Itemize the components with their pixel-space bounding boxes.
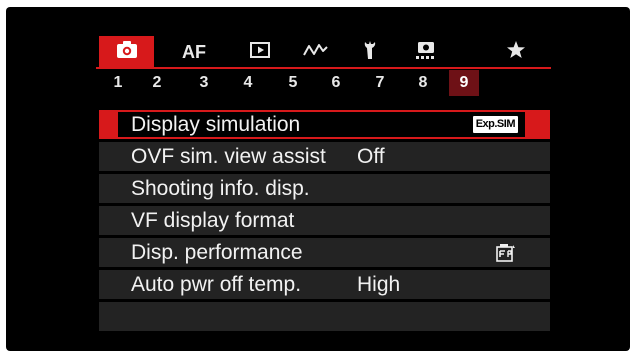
custom-function-icon: [415, 40, 437, 65]
menu-item-label: Display simulation: [131, 113, 301, 136]
playback-icon: [250, 41, 270, 63]
tab-my-menu[interactable]: [492, 36, 540, 68]
tab-playback[interactable]: [236, 36, 284, 68]
page-tab-3[interactable]: 3: [194, 70, 214, 96]
page-tab-9[interactable]: 9: [449, 70, 479, 96]
page-tab-8[interactable]: 8: [413, 70, 433, 96]
tab-setup[interactable]: [346, 36, 394, 68]
category-tabs: AF: [96, 36, 551, 68]
wrench-icon: [362, 40, 378, 65]
menu-item-auto-pwr-off-temp[interactable]: Auto pwr off temp. High: [99, 270, 550, 299]
page-tabs: 1 2 3 4 5 6 7 8 9: [96, 70, 551, 96]
menu-item-label: Auto pwr off temp.: [131, 273, 302, 296]
menu-item-display-simulation[interactable]: Display simulation Exp.SIM: [99, 110, 550, 139]
page-tab-5[interactable]: 5: [283, 70, 303, 96]
menu-item-shooting-info-disp[interactable]: Shooting info. disp.: [99, 174, 550, 203]
menu-item-label: Disp. performance: [131, 241, 303, 264]
page-tab-6[interactable]: 6: [326, 70, 346, 96]
menu-item-empty: [99, 302, 550, 331]
tab-af-label: AF: [182, 41, 206, 62]
tab-wireless[interactable]: [292, 36, 340, 68]
menu-item-vf-display-format[interactable]: VF display format: [99, 206, 550, 235]
camera-icon: [116, 40, 138, 64]
menu-item-disp-performance[interactable]: Disp. performance: [99, 238, 550, 267]
tab-af[interactable]: AF: [168, 36, 220, 68]
menu-item-label: Shooting info. disp.: [131, 177, 310, 200]
page-tab-4[interactable]: 4: [238, 70, 258, 96]
page-tab-2[interactable]: 2: [147, 70, 167, 96]
tab-underline: [96, 67, 551, 69]
wireless-icon: [303, 42, 329, 63]
star-icon: [506, 40, 526, 65]
menu-item-label: OVF sim. view assist: [131, 145, 326, 168]
menu-item-label: VF display format: [131, 209, 295, 232]
fps-priority-icon: [496, 242, 516, 271]
menu-item-ovf-sim-view-assist[interactable]: OVF sim. view assist Off: [99, 142, 550, 171]
tab-custom-functions[interactable]: [402, 36, 450, 68]
menu-item-value: Off: [357, 145, 385, 168]
tab-shooting[interactable]: [99, 36, 154, 68]
exposure-simulation-badge: Exp.SIM: [472, 116, 518, 133]
menu-item-value: High: [357, 273, 401, 296]
page-tab-1[interactable]: 1: [108, 70, 128, 96]
menu-list: Display simulation Exp.SIM OVF sim. view…: [99, 110, 550, 334]
page-tab-7[interactable]: 7: [370, 70, 390, 96]
